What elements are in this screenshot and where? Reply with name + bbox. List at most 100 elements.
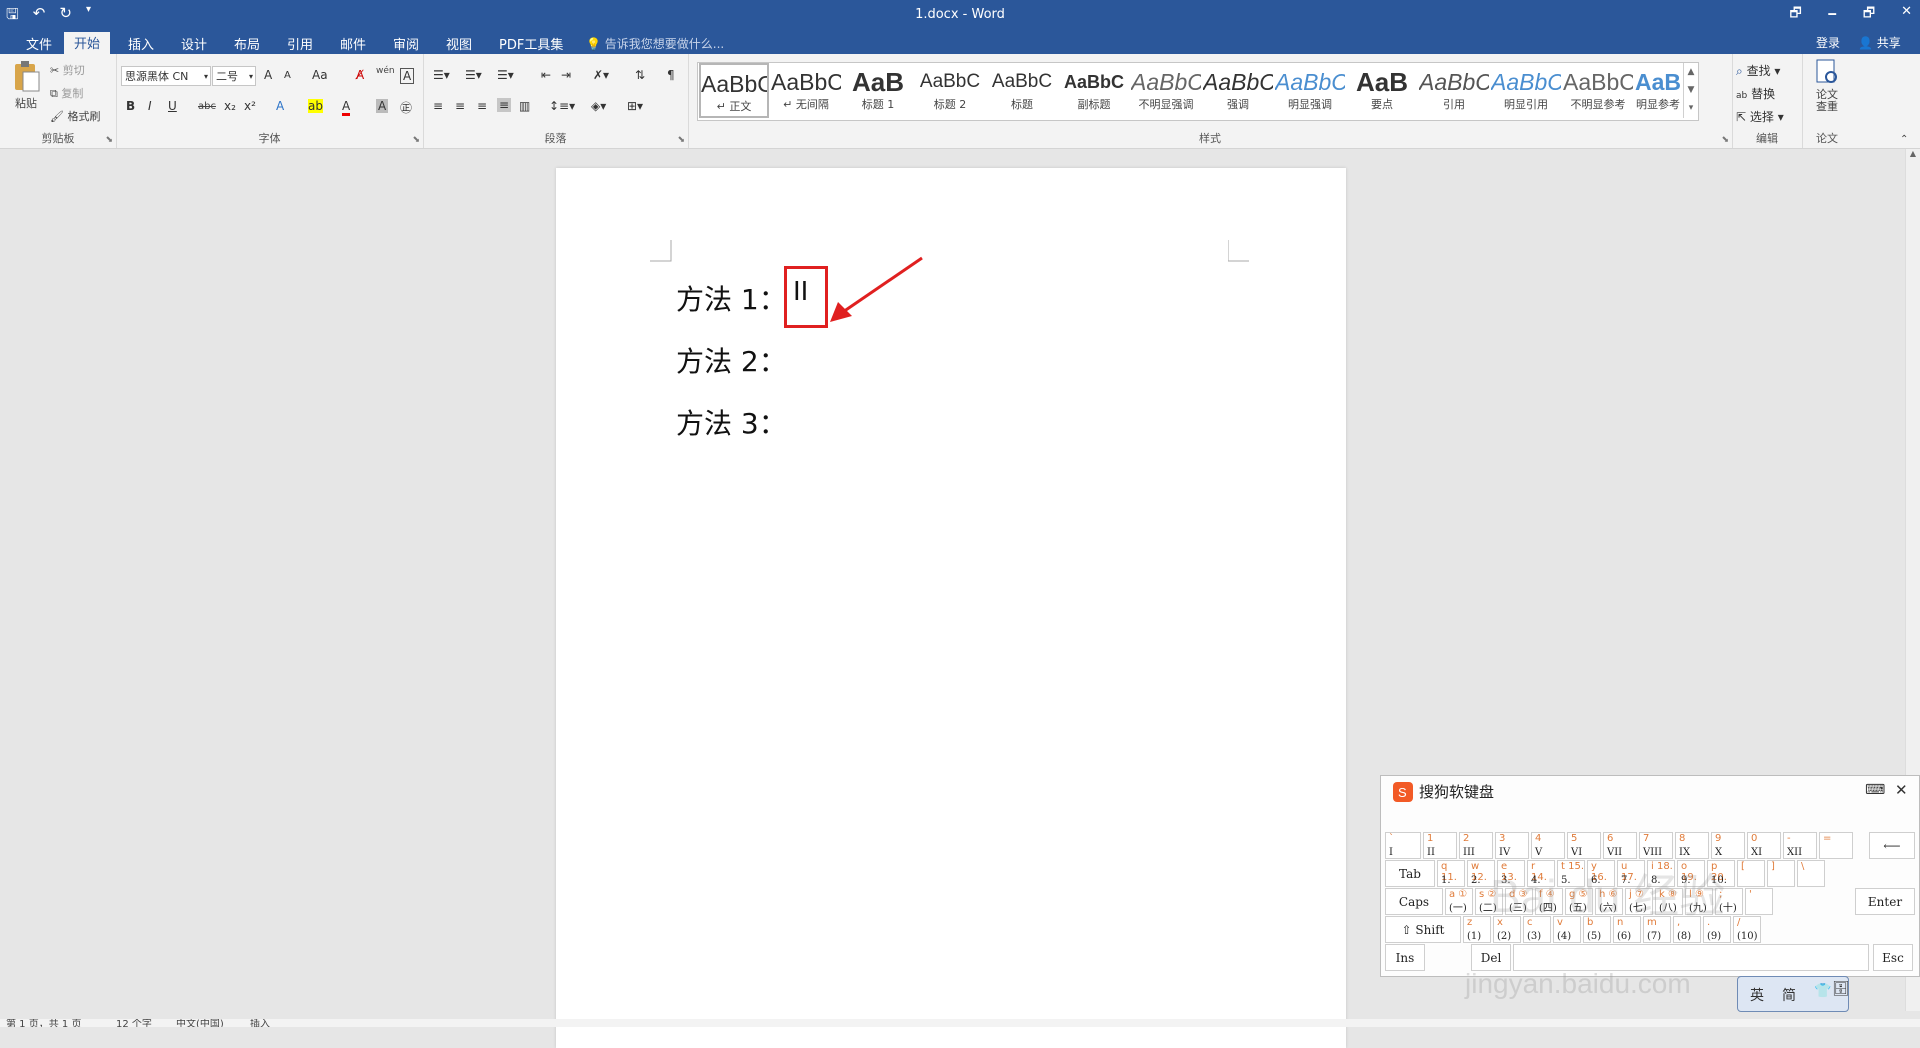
key-row2-11[interactable]: ] <box>1767 860 1795 887</box>
key-row4-0[interactable]: z (1) <box>1463 916 1491 943</box>
font-size-combo[interactable]: 二号 ▾ <box>212 66 256 86</box>
font-launcher-icon[interactable]: ⬊ <box>412 135 420 145</box>
key-row1-2[interactable]: 2 III <box>1459 832 1493 859</box>
key-row1-6[interactable]: 6 VII <box>1603 832 1637 859</box>
login-link[interactable]: 登录 <box>1816 34 1840 51</box>
subscript-button[interactable]: x₂ <box>224 99 236 113</box>
ime-mode[interactable]: 简 <box>1782 985 1796 1005</box>
clipboard-launcher-icon[interactable]: ⬊ <box>105 135 113 145</box>
maximize-icon[interactable]: 🗗 <box>1863 4 1875 26</box>
italic-button[interactable]: I <box>148 99 152 113</box>
key-enter[interactable]: Enter <box>1855 888 1915 915</box>
tab-design[interactable]: 设计 <box>171 33 217 54</box>
key-row4-9[interactable]: / (10) <box>1733 916 1761 943</box>
clear-format-icon[interactable]: A̸ <box>356 68 364 82</box>
tab-review[interactable]: 审阅 <box>383 33 429 54</box>
key-tab[interactable]: Tab <box>1385 860 1435 887</box>
phonetic-guide-icon[interactable]: wén <box>376 66 395 76</box>
key-row1-7[interactable]: 7 VIII <box>1639 832 1673 859</box>
line-spacing-icon[interactable]: ↕≡▾ <box>549 99 575 113</box>
change-case-button[interactable]: Aa <box>312 68 328 82</box>
styles-scroll[interactable]: ▲ ▼ ▾ <box>1683 63 1698 118</box>
toolbox-icon[interactable]: 🗄 <box>1832 981 1850 997</box>
strikethrough-button[interactable]: abc <box>198 101 216 112</box>
status-page[interactable]: 第 1 页，共 1 页 <box>6 1019 81 1027</box>
align-center-icon[interactable]: ≡ <box>455 99 465 113</box>
status-language[interactable]: 中文(中国) <box>176 1019 224 1027</box>
asian-layout-icon[interactable]: ✗▾ <box>593 68 609 82</box>
select-button[interactable]: ⇱ 选择 ▾ <box>1736 108 1784 125</box>
tab-pdf-tools[interactable]: PDF工具集 <box>489 33 573 54</box>
status-words[interactable]: 12 个字 <box>116 1019 152 1027</box>
style-heading-1[interactable]: AaB 标题 1 <box>843 63 913 118</box>
doc-line-1[interactable]: 方法 1： <box>676 278 787 318</box>
distributed-icon[interactable]: ▥ <box>519 99 530 113</box>
shading-icon[interactable]: ◈▾ <box>591 99 606 113</box>
sort-icon[interactable]: ⇅ <box>635 68 645 82</box>
style-emphasis[interactable]: AaBbCcDd 强调 <box>1203 63 1273 118</box>
cut-button[interactable]: ✂ 剪切 <box>50 62 85 78</box>
key-row1-11[interactable]: - XII <box>1783 832 1817 859</box>
borders-icon[interactable]: ⊞▾ <box>627 99 643 113</box>
key-row1-8[interactable]: 8 IX <box>1675 832 1709 859</box>
increase-indent-icon[interactable]: ⇥ <box>561 68 571 82</box>
align-left-icon[interactable]: ≡ <box>433 99 443 113</box>
key-row3-10[interactable]: ' <box>1745 888 1773 915</box>
char-border-icon[interactable]: A <box>400 68 415 84</box>
skin-icon[interactable]: 👕 <box>1814 983 1831 999</box>
style-subtitle[interactable]: AaBbC 副标题 <box>1059 63 1129 118</box>
collapse-ribbon-icon[interactable]: ⌃ <box>1900 134 1908 145</box>
expand-gallery-icon[interactable]: ▾ <box>1684 99 1698 117</box>
doc-line-3[interactable]: 方法 3： <box>676 402 787 442</box>
font-color-icon[interactable]: A <box>342 99 351 116</box>
share-button[interactable]: 👤 共享 <box>1858 34 1901 51</box>
tab-view[interactable]: 视图 <box>436 33 482 54</box>
underline-button[interactable]: U <box>168 99 177 113</box>
key-esc[interactable]: Esc <box>1873 944 1913 971</box>
style-intense-emphasis[interactable]: AaBbCcDd 明显强调 <box>1275 63 1345 118</box>
key-row1-5[interactable]: 5 VI <box>1567 832 1601 859</box>
key-row1-4[interactable]: 4V <box>1531 832 1565 859</box>
key-row2-10[interactable]: [ <box>1737 860 1765 887</box>
align-right-icon[interactable]: ≡ <box>477 99 487 113</box>
multilevel-list-icon[interactable]: ☰▾ <box>497 68 514 82</box>
font-name-combo[interactable]: 思源黑体 CN ▾ <box>121 66 211 86</box>
ime-language[interactable]: 英 <box>1750 985 1764 1005</box>
key-row2-12[interactable]: \ <box>1797 860 1825 887</box>
char-shading-icon[interactable]: A <box>376 99 389 113</box>
style-subtle-emphasis[interactable]: AaBbCcDd 不明显强调 <box>1131 63 1201 118</box>
tab-mailings[interactable]: 邮件 <box>330 33 376 54</box>
justify-icon[interactable]: ≡ <box>497 98 512 112</box>
key-row2-0[interactable]: q 11. 1. <box>1437 860 1465 887</box>
ribbon-display-icon[interactable]: 🗗 <box>1789 4 1801 26</box>
chevron-up-icon[interactable]: ▲ <box>1684 63 1698 81</box>
paragraph-launcher-icon[interactable]: ⬊ <box>677 135 685 145</box>
style-title[interactable]: AaBbC 标题 <box>987 63 1057 118</box>
close-icon[interactable]: ✕ <box>1895 781 1908 799</box>
minimize-icon[interactable]: 🗕 <box>1828 4 1837 26</box>
key-row1-3[interactable]: 3 IV <box>1495 832 1529 859</box>
key-ins[interactable]: Ins <box>1385 944 1425 971</box>
tab-file[interactable]: 文件 <box>16 33 62 54</box>
replace-button[interactable]: ab 替换 <box>1736 85 1775 102</box>
style-intense-quote[interactable]: AaBbCcDd 明显引用 <box>1491 63 1561 118</box>
shrink-font-icon[interactable]: A <box>284 70 291 81</box>
bullets-icon[interactable]: ☰▾ <box>433 68 450 82</box>
key-backtick[interactable]: ` I <box>1385 832 1421 859</box>
decrease-indent-icon[interactable]: ⇤ <box>541 68 551 82</box>
tab-layout[interactable]: 布局 <box>224 33 270 54</box>
key-row3-0[interactable]: a ① (一) <box>1445 888 1473 915</box>
key-row1-10[interactable]: 0 XI <box>1747 832 1781 859</box>
show-marks-icon[interactable]: ¶ <box>667 68 675 82</box>
style-heading-2[interactable]: AaBbC 标题 2 <box>915 63 985 118</box>
key-backspace[interactable]: ⟵ <box>1869 832 1915 859</box>
style-subtle-reference[interactable]: AaBbCcDd 不明显参考 <box>1563 63 1633 118</box>
status-mode[interactable]: 插入 <box>250 1019 270 1027</box>
chevron-down-icon[interactable]: ▼ <box>1684 81 1698 99</box>
close-icon[interactable]: ✕ <box>1901 4 1912 26</box>
style-no-spacing[interactable]: AaBbCcDd ↵ 无间隔 <box>771 63 841 118</box>
key-space[interactable] <box>1513 944 1869 971</box>
style-strong[interactable]: AaB 要点 <box>1347 63 1417 118</box>
doc-line-2[interactable]: 方法 2： <box>676 340 787 380</box>
keyboard-icon[interactable]: ⌨ <box>1865 782 1885 798</box>
